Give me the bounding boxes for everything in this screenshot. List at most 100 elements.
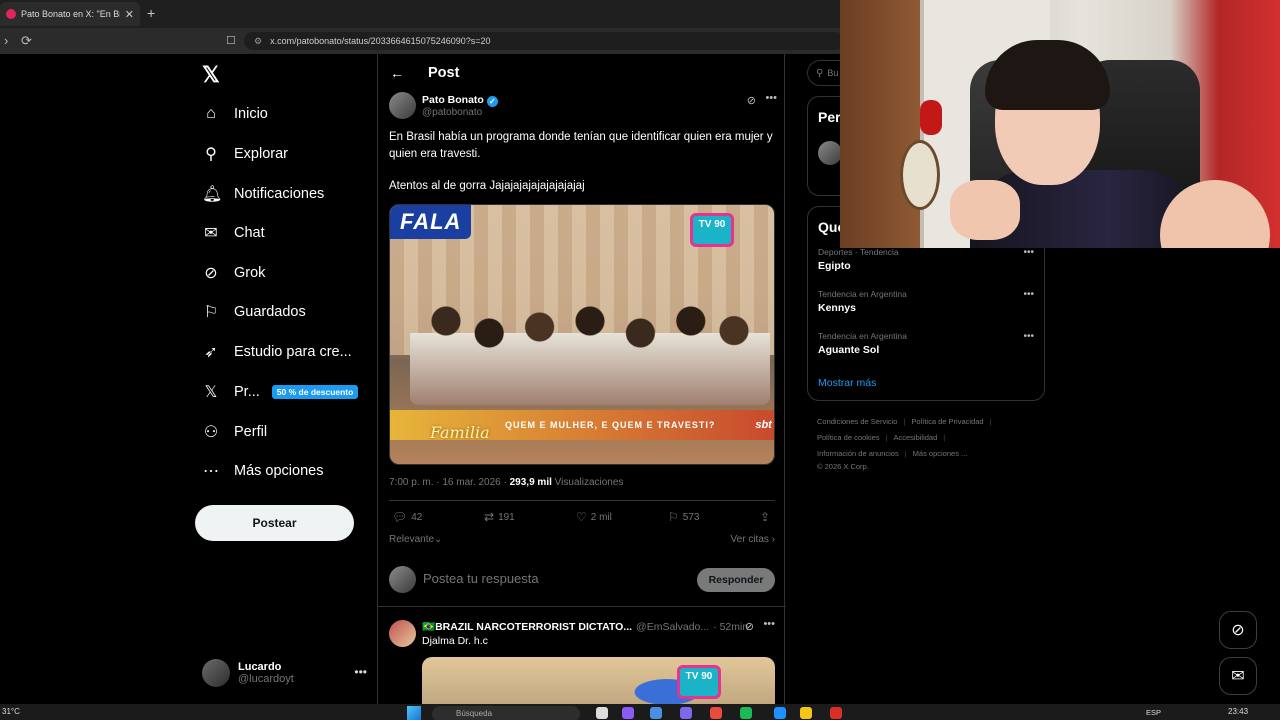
- post-timestamp[interactable]: 7:00 p. m. · 16 mar. 2026 ·: [389, 477, 510, 488]
- like-button[interactable]: ♡ 2 mil: [576, 510, 612, 524]
- account-switcher[interactable]: Lucardo @lucardoyt •••: [202, 657, 367, 689]
- more-icon[interactable]: •••: [763, 618, 775, 630]
- chevron-right-icon: ›: [768, 534, 775, 545]
- close-icon[interactable]: ✕: [125, 8, 134, 21]
- app-icon[interactable]: [650, 707, 662, 719]
- footer-link-terms[interactable]: Condiciones de Servicio: [817, 417, 897, 426]
- avatar: [202, 659, 230, 687]
- rocket-icon: ➶: [204, 344, 218, 361]
- x-logo-icon[interactable]: 𝕏: [202, 62, 220, 88]
- avatar: [389, 566, 416, 593]
- post-button[interactable]: Postear: [195, 505, 354, 541]
- views-count: 293,9 mil: [509, 477, 552, 488]
- weather-widget[interactable]: 31°C: [2, 707, 20, 716]
- nav-item-premium[interactable]: 𝕏 Pr... 50 % de descuento: [202, 377, 359, 407]
- mail-icon: ✉: [1231, 668, 1245, 685]
- app-icon[interactable]: [622, 707, 634, 719]
- nav-item-notificaciones[interactable]: 🔔︎ Notificaciones: [202, 179, 324, 209]
- show-more-link[interactable]: Mostrar más: [818, 377, 876, 389]
- footer-link-ads[interactable]: Información de anuncios: [817, 449, 899, 458]
- like-count: 2 mil: [590, 511, 612, 523]
- show-name: Familia: [430, 423, 490, 442]
- folder-icon[interactable]: [800, 707, 812, 719]
- tab-title: Pato Bonato en X: "En Brasil: [21, 9, 120, 19]
- author-name[interactable]: Pato Bonato ✓: [422, 94, 498, 107]
- reload-icon[interactable]: ⟳: [21, 33, 32, 49]
- nav-item-explorar[interactable]: ⚲ Explorar: [202, 139, 288, 169]
- nav-item-inicio[interactable]: ⌂ Inicio: [202, 99, 268, 129]
- view-quotes-link[interactable]: Ver citas ›: [731, 534, 775, 545]
- post-author: Pato Bonato ✓ @patobonato ⊘ •••: [389, 92, 777, 122]
- trend-item[interactable]: Deportes · Tendencia Egipto •••: [818, 247, 1038, 272]
- task-view-icon[interactable]: [596, 707, 608, 719]
- app-icon[interactable]: [680, 707, 692, 719]
- more-icon[interactable]: •••: [1023, 289, 1034, 300]
- reply-submit-button[interactable]: Responder: [697, 568, 775, 592]
- webcam-hand: [950, 180, 1020, 240]
- more-icon[interactable]: •••: [354, 665, 367, 679]
- avatar[interactable]: [389, 92, 416, 119]
- reply-button[interactable]: 💬︎ 42: [392, 510, 422, 524]
- spotify-icon[interactable]: [740, 707, 752, 719]
- nav-label: Pr...: [234, 384, 260, 400]
- reply-author-name[interactable]: 🇧🇷BRAZIL NARCOTERRORIST DICTATO...: [422, 621, 632, 633]
- reply-count: 42: [411, 511, 423, 523]
- windows-start-icon[interactable]: [407, 706, 421, 720]
- url-field[interactable]: ⚙ x.com/patobonato/status/20336646150752…: [244, 32, 844, 50]
- webcam-plush: [920, 100, 942, 135]
- app-icon[interactable]: [710, 707, 722, 719]
- trend-item[interactable]: Tendencia en Argentina Aguante Sol •••: [818, 331, 1038, 356]
- nav-item-mas-opciones[interactable]: ⋯ Más opciones: [202, 456, 323, 486]
- new-tab-icon[interactable]: +: [147, 5, 155, 21]
- nav-item-chat[interactable]: ✉ Chat: [202, 218, 264, 248]
- webcam-overlay: [840, 0, 1280, 248]
- taskbar-search[interactable]: Búsqueda: [432, 706, 580, 720]
- footer-link-cookies[interactable]: Política de cookies: [817, 433, 880, 442]
- site-info-icon[interactable]: ⚙: [254, 36, 262, 47]
- sort-dropdown[interactable]: Relevante⌄: [389, 534, 442, 545]
- more-icon[interactable]: •••: [765, 92, 777, 104]
- nav-label: Notificaciones: [234, 186, 325, 202]
- author-name-text: Pato Bonato: [422, 94, 484, 106]
- avatar[interactable]: [818, 141, 842, 165]
- verified-icon: ✓: [486, 96, 498, 107]
- grok-floating-button[interactable]: ⊘: [1219, 611, 1257, 649]
- messages-floating-button[interactable]: ✉: [1219, 657, 1257, 695]
- more-icon[interactable]: •••: [1023, 331, 1034, 342]
- avatar[interactable]: [389, 620, 416, 647]
- nav-item-guardados[interactable]: ⚐ Guardados: [202, 297, 306, 327]
- reply-input[interactable]: [423, 571, 683, 586]
- post-text-line: Atentos al de gorra Jajajajajajajajajaja…: [389, 180, 585, 192]
- divider: [389, 500, 775, 501]
- nav-item-grok[interactable]: ⊘ Grok: [202, 258, 265, 288]
- trend-item[interactable]: Tendencia en Argentina Kennys •••: [818, 289, 1038, 314]
- app-icon[interactable]: [774, 707, 786, 719]
- divider: [378, 606, 786, 607]
- footer-link-privacy[interactable]: Política de Privacidad: [911, 417, 983, 426]
- author-handle[interactable]: @patobonato: [422, 107, 482, 118]
- reply-header: 🇧🇷BRAZIL NARCOTERRORIST DICTATO... @EmSal…: [422, 620, 772, 633]
- chrome-icon[interactable]: [830, 707, 842, 719]
- post-video[interactable]: FALA TV 90 QUEM E MULHER, E QUEM E TRAVE…: [389, 204, 775, 465]
- bookmark-button[interactable]: ⚐ 573: [668, 510, 699, 524]
- browser-tab[interactable]: Pato Bonato en X: "En Brasil ✕: [0, 2, 140, 26]
- bell-icon: 🔔︎: [202, 186, 223, 203]
- repost-button[interactable]: ⇄ 191: [484, 510, 515, 524]
- webcam-streamer: [950, 40, 1270, 248]
- footer-link-accessibility[interactable]: Accesibilidad: [894, 433, 938, 442]
- back-arrow-icon[interactable]: ←: [390, 65, 404, 81]
- reply-author-handle[interactable]: @EmSalvado...: [636, 621, 709, 633]
- grok-icon[interactable]: ⊘: [745, 620, 754, 633]
- nav-item-perfil[interactable]: ⚇ Perfil: [202, 417, 267, 447]
- post-actions: 💬︎ 42 ⇄ 191 ♡ 2 mil ⚐ 573 ⇪: [392, 510, 772, 526]
- search-icon: ⚲: [816, 67, 824, 79]
- footer-link-more[interactable]: Más opciones ...: [913, 449, 968, 458]
- share-button[interactable]: ⇪: [760, 510, 770, 524]
- more-icon[interactable]: •••: [1023, 247, 1034, 258]
- forward-icon[interactable]: ›: [4, 33, 8, 48]
- clock[interactable]: 23:43: [1228, 707, 1248, 716]
- language-indicator[interactable]: ESP: [1146, 708, 1161, 717]
- grok-icon[interactable]: ⊘: [747, 94, 756, 107]
- nav-item-estudio[interactable]: ➶ Estudio para cre...: [202, 337, 351, 367]
- bookmark-page-icon[interactable]: ☐: [226, 34, 236, 47]
